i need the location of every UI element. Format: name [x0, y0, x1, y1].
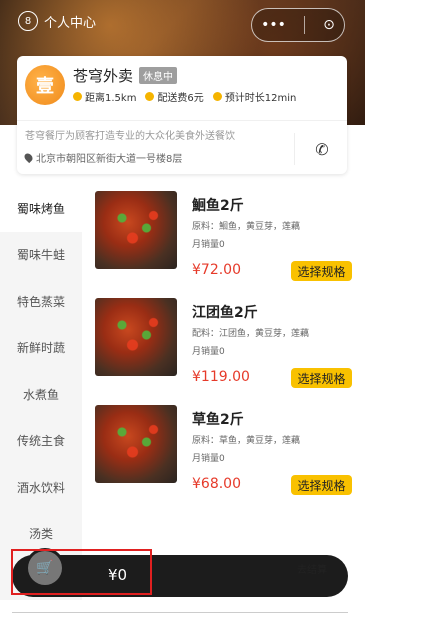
- location-pin-icon: [22, 151, 35, 164]
- store-title-row: 苍穹外卖 休息中: [73, 65, 178, 86]
- product-name: 江团鱼2斤: [192, 305, 258, 321]
- store-logo: 壹: [25, 65, 65, 105]
- product-name: 草鱼2斤: [192, 412, 244, 428]
- product-price: ¥68.00: [192, 476, 241, 492]
- choose-spec-button[interactable]: 选择规格: [291, 368, 352, 388]
- eta-info: 预计时长12min: [212, 89, 297, 104]
- coin-dot-icon: [145, 92, 155, 101]
- store-name: 苍穹外卖: [73, 67, 134, 85]
- store-description: 苍穹餐厅为顾客打造专业的大众化美食外送餐饮: [25, 131, 235, 142]
- phone-icon[interactable]: ✆: [311, 138, 333, 160]
- top-nav: 8 个人中心 ••• ⊙: [0, 0, 365, 42]
- category-item[interactable]: 水煮鱼: [0, 371, 82, 418]
- delivery-fee-info: 配送费6元: [145, 89, 204, 104]
- eta-text: 预计时长12min: [224, 93, 297, 104]
- address-text: 北京市朝阳区新街大道一号楼8层: [36, 154, 183, 165]
- product-sales: 月销量0: [192, 240, 225, 250]
- back-to-profile-link[interactable]: 8 个人中心: [18, 10, 108, 32]
- choose-spec-button[interactable]: 选择规格: [291, 261, 352, 281]
- checkout-button[interactable]: 去结算: [276, 555, 348, 597]
- product-price: ¥119.00: [192, 369, 250, 385]
- capsule-divider: [304, 16, 306, 34]
- status-badge: 休息中: [139, 67, 178, 84]
- more-icon[interactable]: •••: [261, 17, 286, 33]
- category-item[interactable]: 传统主食: [0, 418, 82, 465]
- distance-info: 距离1.5km: [73, 89, 136, 104]
- bottom-divider: [12, 612, 348, 613]
- user-icon: 8: [18, 11, 38, 31]
- product-description: 原料：草鱼，黄豆芽，莲藕: [192, 436, 301, 446]
- product-image: [95, 191, 177, 269]
- annotation-highlight-box: [11, 549, 152, 595]
- category-item[interactable]: 蜀味牛蛙: [0, 232, 82, 279]
- store-card: 壹 苍穹外卖 休息中 距离1.5km 配送费6元 预计时长12min 苍穹餐厅为…: [17, 56, 347, 174]
- product-item[interactable]: 鮰鱼2斤 原料：鮰鱼，黄豆芽，莲藕 月销量0 ¥72.00 选择规格: [95, 185, 365, 285]
- product-description: 配料：江团鱼，黄豆芽，莲藕: [192, 329, 310, 339]
- category-sidebar: 蜀味烤鱼 蜀味牛蛙 特色蒸菜 新鲜时蔬 水煮鱼 传统主食 酒水饮料 汤类: [0, 185, 82, 600]
- card-divider: [17, 120, 347, 121]
- product-name: 鮰鱼2斤: [192, 198, 244, 214]
- product-item[interactable]: 江团鱼2斤 配料：江团鱼，黄豆芽，莲藕 月销量0 ¥119.00 选择规格: [95, 292, 365, 392]
- product-item[interactable]: 草鱼2斤 原料：草鱼，黄豆芽，莲藕 月销量0 ¥68.00 选择规格: [95, 399, 365, 499]
- store-meta: 距离1.5km 配送费6元 预计时长12min: [73, 89, 296, 104]
- product-description: 原料：鮰鱼，黄豆芽，莲藕: [192, 222, 301, 232]
- product-sales: 月销量0: [192, 454, 225, 464]
- product-image: [95, 405, 177, 483]
- product-image: [95, 298, 177, 376]
- product-sales: 月销量0: [192, 347, 225, 357]
- store-address: 北京市朝阳区新街大道一号楼8层: [22, 150, 183, 165]
- choose-spec-button[interactable]: 选择规格: [291, 475, 352, 495]
- category-item[interactable]: 酒水饮料: [0, 464, 82, 511]
- logo-glyph: 壹: [36, 76, 54, 97]
- distance-text: 距离1.5km: [85, 93, 137, 104]
- back-label: 个人中心: [44, 15, 97, 31]
- category-item[interactable]: 特色蒸菜: [0, 278, 82, 325]
- category-item[interactable]: 新鲜时蔬: [0, 325, 82, 372]
- delivery-fee-text: 配送费6元: [157, 93, 204, 104]
- close-icon[interactable]: ⊙: [323, 17, 335, 33]
- product-list: 鮰鱼2斤 原料：鮰鱼，黄豆芽，莲藕 月销量0 ¥72.00 选择规格 江团鱼2斤…: [82, 185, 365, 545]
- phone-divider: [294, 133, 295, 165]
- miniprogram-capsule: ••• ⊙: [251, 8, 345, 42]
- location-dot-icon: [73, 92, 82, 101]
- product-price: ¥72.00: [192, 262, 241, 278]
- clock-dot-icon: [212, 92, 222, 101]
- category-item[interactable]: 蜀味烤鱼: [0, 185, 82, 232]
